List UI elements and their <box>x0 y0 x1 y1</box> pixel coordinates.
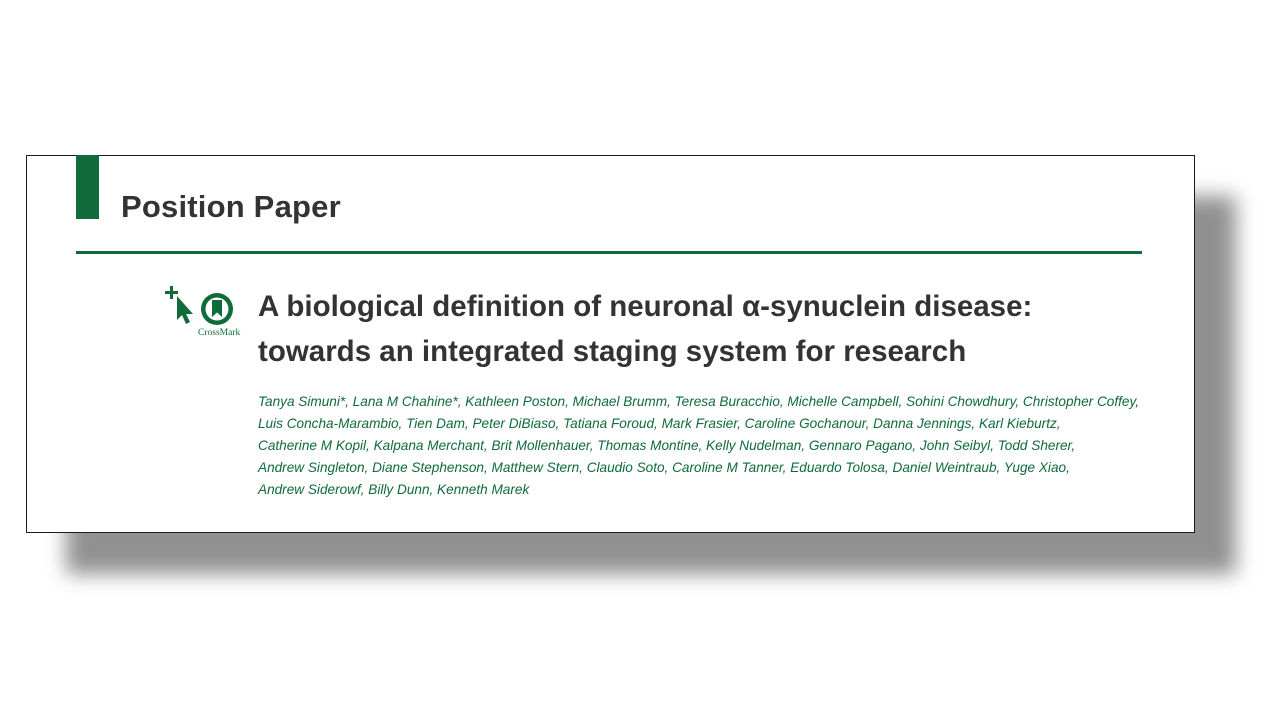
author-list: Tanya Simuni*, Lana M Chahine*, Kathleen… <box>258 391 1158 501</box>
crossmark-label: CrossMark <box>198 328 241 338</box>
author-line: Andrew Singleton, Diane Stephenson, Matt… <box>258 460 1070 475</box>
author-line: Luis Concha-Marambio, Tien Dam, Peter Di… <box>258 416 1061 431</box>
section-label: Position Paper <box>121 189 341 224</box>
paper-title-line: A biological definition of neuronal α-sy… <box>258 290 1033 323</box>
paper-title: A biological definition of neuronal α-sy… <box>258 284 1158 374</box>
section-accent-bar <box>76 155 99 219</box>
paper-header-card: Position Paper CrossMark A biological de… <box>26 155 1195 533</box>
author-line: Catherine M Kopil, Kalpana Merchant, Bri… <box>258 438 1076 453</box>
slide: Position Paper CrossMark A biological de… <box>0 0 1280 720</box>
author-line: Andrew Siderowf, Billy Dunn, Kenneth Mar… <box>258 482 530 497</box>
author-line: Tanya Simuni*, Lana M Chahine*, Kathleen… <box>258 394 1140 409</box>
section-divider <box>76 251 1142 254</box>
paper-title-line: towards an integrated staging system for… <box>258 335 967 368</box>
